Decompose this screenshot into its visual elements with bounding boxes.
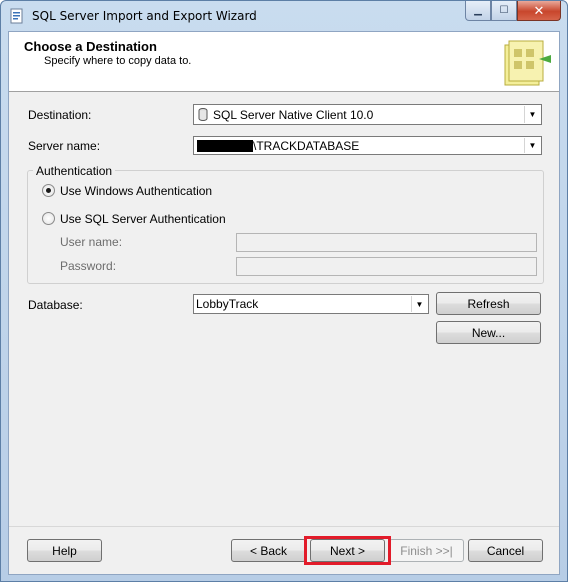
- destination-select[interactable]: SQL Server Native Client 10.0 ▼: [193, 104, 542, 125]
- minimize-icon: ▁: [474, 5, 482, 16]
- title-bar[interactable]: SQL Server Import and Export Wizard ▁ ☐ …: [1, 1, 567, 31]
- redacted-block: [197, 140, 253, 152]
- close-icon: ✕: [533, 2, 545, 18]
- wizard-app-icon: [9, 8, 25, 24]
- page-subtitle: Specify where to copy data to.: [44, 55, 192, 67]
- username-input[interactable]: [236, 233, 537, 252]
- server-name-combo[interactable]: \TRACKDATABASE ▼: [193, 136, 542, 155]
- destination-value: SQL Server Native Client 10.0: [213, 108, 374, 122]
- username-label: User name:: [60, 235, 123, 249]
- maximize-button[interactable]: ☐: [491, 1, 517, 21]
- finish-button: Finish >>|: [389, 539, 464, 562]
- sql-auth-radio[interactable]: [42, 212, 55, 225]
- server-name-label: Server name:: [28, 139, 101, 153]
- help-button[interactable]: Help: [27, 539, 102, 562]
- maximize-icon: ☐: [499, 5, 509, 16]
- window-title: SQL Server Import and Export Wizard: [32, 9, 257, 23]
- wizard-window: SQL Server Import and Export Wizard ▁ ☐ …: [0, 0, 568, 582]
- windows-auth-label[interactable]: Use Windows Authentication: [60, 184, 212, 198]
- password-label: Password:: [60, 259, 117, 273]
- chevron-down-icon[interactable]: ▼: [524, 106, 540, 123]
- server-name-suffix: \TRACKDATABASE: [253, 139, 360, 153]
- caption-buttons: ▁ ☐ ✕: [465, 1, 561, 21]
- wizard-header-art-icon: [499, 37, 555, 89]
- next-button-highlight: [304, 536, 391, 565]
- database-value: LobbyTrack: [196, 297, 259, 311]
- windows-auth-radio[interactable]: [42, 184, 55, 197]
- database-combo[interactable]: LobbyTrack ▼: [193, 294, 429, 314]
- database-label: Database:: [28, 298, 83, 312]
- new-database-button[interactable]: New...: [436, 321, 541, 344]
- page-title: Choose a Destination: [24, 39, 157, 54]
- database-icon: [198, 108, 208, 121]
- wizard-client-area: Choose a Destination Specify where to co…: [8, 31, 560, 575]
- authentication-group-label: Authentication: [33, 164, 116, 178]
- destination-value-wrap: SQL Server Native Client 10.0: [198, 108, 373, 122]
- destination-label: Destination:: [28, 108, 92, 122]
- minimize-button[interactable]: ▁: [465, 1, 491, 21]
- cancel-button[interactable]: Cancel: [468, 539, 543, 562]
- close-button[interactable]: ✕: [517, 1, 561, 21]
- server-name-value: \TRACKDATABASE: [197, 139, 359, 153]
- sql-auth-label[interactable]: Use SQL Server Authentication: [60, 212, 226, 226]
- footer-divider: [9, 526, 559, 527]
- chevron-down-icon[interactable]: ▼: [524, 138, 540, 153]
- wizard-header: Choose a Destination Specify where to co…: [9, 32, 559, 92]
- chevron-down-icon[interactable]: ▼: [411, 296, 427, 312]
- password-input[interactable]: [236, 257, 537, 276]
- refresh-button[interactable]: Refresh: [436, 292, 541, 315]
- back-button[interactable]: < Back: [231, 539, 306, 562]
